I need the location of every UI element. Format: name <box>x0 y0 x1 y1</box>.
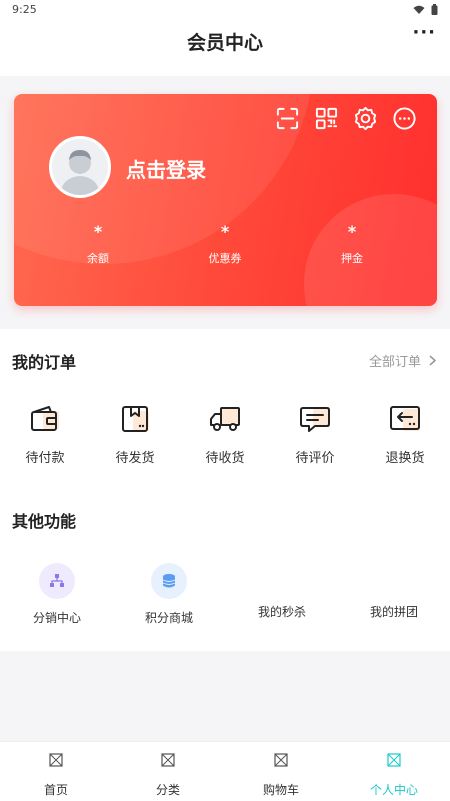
wallet-icon <box>31 406 59 431</box>
network-icon <box>50 574 64 587</box>
func-points-mall[interactable]: 积分商城 <box>114 563 224 626</box>
stat-coupon[interactable]: * 优惠券 <box>175 222 275 266</box>
chevron-right-icon <box>429 355 436 366</box>
tab-label: 个人中心 <box>369 783 418 797</box>
orders-section: 我的订单 全部订单 待付款 待发货 待收货 待评价 退换货 <box>0 329 450 489</box>
stat-balance[interactable]: * 余额 <box>48 222 148 266</box>
avatar[interactable] <box>49 136 111 198</box>
order-pending-shipment[interactable]: 待发货 <box>95 405 175 466</box>
tab-category[interactable]: 分类 <box>112 752 224 798</box>
bottom-tab-bar: 首页 分类 购物车 个人中心 <box>0 741 450 801</box>
order-label: 退换货 <box>385 451 425 466</box>
stat-label: 优惠券 <box>208 252 242 265</box>
return-icon <box>390 406 420 431</box>
card-icons <box>275 106 417 131</box>
stat-value: * <box>93 222 103 241</box>
wifi-icon <box>413 5 425 14</box>
package-icon <box>122 406 149 432</box>
order-return-exchange[interactable]: 退换货 <box>365 405 445 466</box>
tab-label: 首页 <box>43 783 68 797</box>
func-icon-bg <box>39 563 75 599</box>
coins-icon <box>162 574 176 588</box>
login-link[interactable]: 点击登录 <box>126 154 206 183</box>
func-my-group-buy[interactable]: 我的拼团 <box>339 603 449 620</box>
func-label: 我的秒杀 <box>257 605 306 619</box>
func-my-flash-sale[interactable]: 我的秒杀 <box>227 603 337 620</box>
func-label: 分销中心 <box>32 611 81 625</box>
settings-icon[interactable] <box>353 106 378 131</box>
battery-icon <box>431 4 438 15</box>
tab-home[interactable]: 首页 <box>0 752 112 798</box>
qrcode-icon[interactable] <box>314 106 339 131</box>
scan-icon[interactable] <box>275 106 300 131</box>
other-functions-title: 其他功能 <box>12 512 77 531</box>
header: 会员中心 ··· <box>0 20 450 76</box>
all-orders-link[interactable]: 全部订单 <box>369 351 436 370</box>
member-card: 点击登录 * 余额 * 优惠券 * 押金 <box>14 94 437 306</box>
func-distribution-center[interactable]: 分销中心 <box>2 563 112 626</box>
tab-cart[interactable]: 购物车 <box>225 752 337 798</box>
order-pending-receipt[interactable]: 待收货 <box>185 405 265 466</box>
tab-label: 购物车 <box>262 783 299 797</box>
stat-label: 余额 <box>87 252 109 265</box>
order-pending-payment[interactable]: 待付款 <box>5 405 85 466</box>
func-label: 积分商城 <box>144 611 193 625</box>
stat-value: * <box>347 222 357 241</box>
order-label: 待发货 <box>115 451 155 466</box>
status-bar: 9:25 <box>0 0 450 20</box>
home-icon <box>49 753 63 767</box>
card-section: 点击登录 * 余额 * 优惠券 * 押金 <box>0 76 450 329</box>
other-functions-section: 其他功能 分销中心 积分商城 我的秒杀 我的拼团 <box>0 489 450 651</box>
stat-label: 押金 <box>341 252 363 265</box>
message-icon[interactable] <box>392 106 417 131</box>
comment-icon <box>300 407 330 432</box>
stat-deposit[interactable]: * 押金 <box>302 222 402 266</box>
order-label: 待付款 <box>25 451 65 466</box>
order-pending-review[interactable]: 待评价 <box>275 405 355 466</box>
truck-icon <box>210 407 240 431</box>
tab-label: 分类 <box>155 783 180 797</box>
user-avatar-icon <box>60 150 100 195</box>
orders-title: 我的订单 <box>12 353 77 372</box>
tab-personal-center[interactable]: 个人中心 <box>338 752 450 798</box>
category-icon <box>161 753 175 767</box>
func-icon-bg <box>151 563 187 599</box>
all-orders-label: 全部订单 <box>368 355 421 370</box>
stat-value: * <box>220 222 230 241</box>
order-label: 待评价 <box>295 451 335 466</box>
status-time: 9:25 <box>12 3 37 16</box>
order-label: 待收货 <box>205 451 245 466</box>
cart-icon <box>274 753 288 767</box>
more-icon[interactable]: ··· <box>412 22 436 43</box>
status-icons <box>413 4 438 15</box>
page-title: 会员中心 <box>186 32 263 54</box>
user-icon <box>387 753 401 767</box>
func-label: 我的拼团 <box>369 605 418 619</box>
